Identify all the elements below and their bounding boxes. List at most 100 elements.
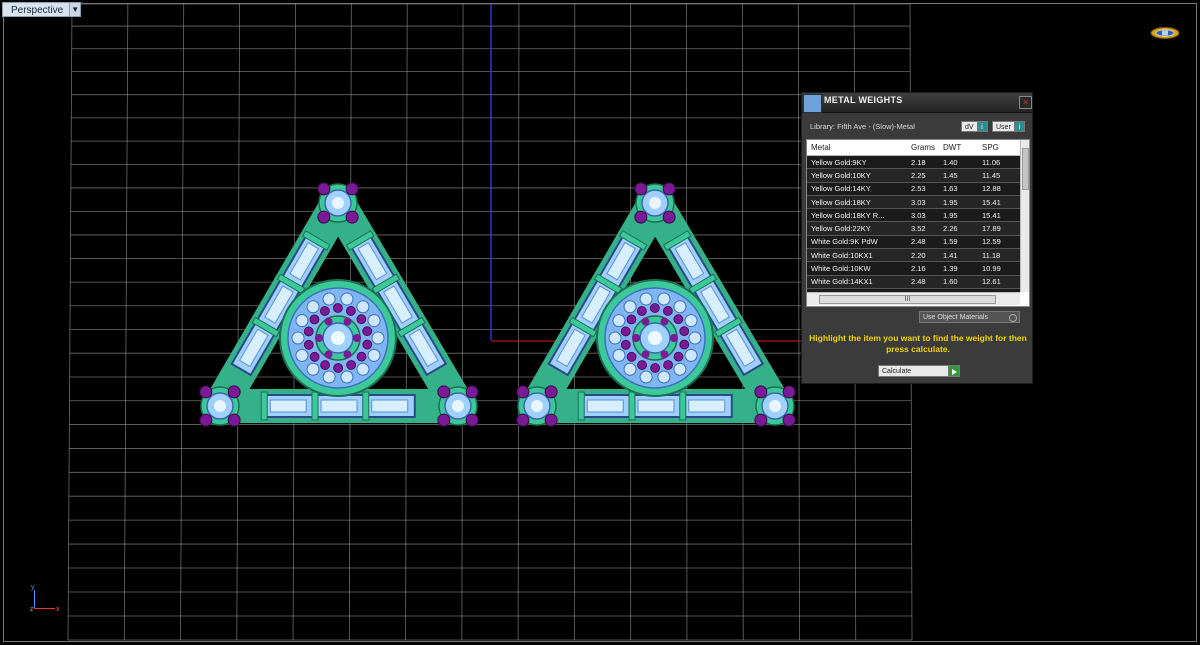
- table-row[interactable]: White Gold:14KX1 2.48 1.60 12.61: [807, 275, 1020, 289]
- cell-metal[interactable]: Yellow Gold:9KY: [807, 155, 907, 170]
- cell-grams[interactable]: 2.25: [907, 168, 939, 183]
- table-row[interactable]: White Gold:10KX1 2.20 1.41 11.18: [807, 248, 1020, 263]
- cell-spg[interactable]: 10.99: [978, 261, 1020, 276]
- cell-grams[interactable]: 3.52: [907, 221, 939, 236]
- viewport-label[interactable]: Perspective ▼: [2, 2, 82, 17]
- cell-spg[interactable]: 12.88: [978, 182, 1020, 196]
- purple-bead: [346, 360, 357, 370]
- cell-metal[interactable]: White Gold:10KX1: [807, 248, 907, 263]
- user-select[interactable]: User i: [992, 121, 1025, 132]
- dv-select[interactable]: dV i: [961, 121, 988, 132]
- column-header-metal[interactable]: Metal: [807, 140, 907, 156]
- cell-dwt[interactable]: 2.26: [939, 221, 978, 236]
- purple-bead: [782, 385, 796, 399]
- pave-gem: [639, 370, 653, 384]
- dv-select-info-icon[interactable]: i: [977, 121, 988, 132]
- table-row[interactable]: White Gold:9K PdW 2.48 1.59 12.59: [807, 235, 1020, 250]
- cell-dwt[interactable]: 1.95: [939, 208, 978, 223]
- pave-gem: [356, 300, 370, 314]
- user-select-value[interactable]: User: [992, 121, 1015, 132]
- cell-metal[interactable]: Yellow Gold:18KY: [807, 195, 907, 210]
- cell-dwt[interactable]: 1.45: [939, 168, 978, 183]
- cell-metal[interactable]: Yellow Gold:10KY: [807, 168, 907, 183]
- app-logo-icon: [803, 94, 822, 113]
- cell-spg[interactable]: 11.06: [978, 155, 1020, 170]
- pave-gem: [356, 362, 370, 376]
- purple-bead: [333, 363, 344, 373]
- grid-line: [67, 3, 73, 641]
- cell-dwt[interactable]: 1.39: [939, 261, 978, 276]
- purple-bead: [353, 334, 361, 342]
- table-horizontal-scrollbar[interactable]: III: [807, 292, 1020, 305]
- cell-grams[interactable]: 2.20: [907, 248, 939, 263]
- calculate-select[interactable]: Calculate: [878, 365, 949, 377]
- cell-grams[interactable]: 2.48: [907, 275, 939, 289]
- metal-weights-panel[interactable]: METAL WEIGHTS × Library: Fifth Ave - (Sl…: [801, 92, 1033, 384]
- calculate-go-icon[interactable]: [949, 365, 960, 377]
- cell-spg[interactable]: 12.59: [978, 235, 1020, 250]
- column-header-spg[interactable]: SPG: [978, 140, 1020, 156]
- cell-dwt[interactable]: 1.60: [939, 275, 978, 289]
- dv-select-value[interactable]: dV: [961, 121, 978, 132]
- axis-x-label: x: [56, 606, 60, 613]
- purple-bead: [636, 306, 647, 316]
- cell-metal[interactable]: White Gold:14KX1: [807, 275, 907, 289]
- calculate-control[interactable]: Calculate: [878, 365, 960, 377]
- table-row[interactable]: Yellow Gold:9KY 2.18 1.40 11.06: [807, 155, 1020, 170]
- viewport-label-text[interactable]: Perspective: [2, 2, 70, 17]
- horizontal-scroll-thumb[interactable]: III: [819, 295, 996, 304]
- table-row[interactable]: Yellow Gold:18KY R... 3.03 1.95 15.41: [807, 208, 1020, 223]
- table-row[interactable]: Yellow Gold:18KY 3.03 1.95 15.41: [807, 195, 1020, 210]
- cell-metal[interactable]: Yellow Gold:14KY: [807, 182, 907, 196]
- metal-table[interactable]: Metal Grams DWT SPG Yellow Gold:9KY 2.18 1…: [807, 140, 1020, 303]
- panel-titlebar[interactable]: METAL WEIGHTS ×: [802, 93, 1032, 113]
- cell-metal[interactable]: White Gold:10KW: [807, 261, 907, 276]
- cell-grams[interactable]: 3.03: [907, 195, 939, 210]
- table-row[interactable]: Yellow Gold:22KY 3.52 2.26 17.89: [807, 221, 1020, 236]
- purple-bead: [670, 334, 678, 342]
- cell-grams[interactable]: 2.18: [907, 155, 939, 170]
- cell-grams[interactable]: 3.03: [907, 208, 939, 223]
- cell-spg[interactable]: 12.61: [978, 275, 1020, 289]
- cell-grams[interactable]: 2.48: [907, 235, 939, 250]
- cell-dwt[interactable]: 1.63: [939, 182, 978, 196]
- column-header-dwt[interactable]: DWT: [939, 140, 978, 156]
- pave-gem: [673, 300, 687, 314]
- table-row[interactable]: White Gold:10KW 2.16 1.39 10.99: [807, 261, 1020, 276]
- settings-circle-icon[interactable]: [1009, 314, 1017, 322]
- user-select-info-icon[interactable]: i: [1014, 121, 1025, 132]
- cell-spg[interactable]: 15.41: [978, 208, 1020, 223]
- table-vertical-scrollbar[interactable]: [1020, 140, 1029, 292]
- column-header-grams[interactable]: Grams: [907, 140, 939, 156]
- cell-spg[interactable]: 11.18: [978, 248, 1020, 263]
- pave-gem: [291, 331, 305, 345]
- cell-dwt[interactable]: 1.41: [939, 248, 978, 263]
- pave-gem: [684, 314, 698, 328]
- table-row[interactable]: Yellow Gold:14KY 2.53 1.63 12.88: [807, 182, 1020, 196]
- purple-bead: [345, 210, 359, 224]
- vertical-scroll-thumb[interactable]: [1022, 148, 1029, 190]
- purple-bead: [754, 413, 768, 427]
- purple-bead: [544, 413, 558, 427]
- cell-spg[interactable]: 11.45: [978, 168, 1020, 183]
- cell-metal[interactable]: White Gold:9K PdW: [807, 235, 907, 250]
- close-icon[interactable]: ×: [1019, 96, 1032, 109]
- cell-dwt[interactable]: 1.40: [939, 155, 978, 170]
- navigation-gumball-icon[interactable]: [1150, 26, 1180, 40]
- cell-spg[interactable]: 15.41: [978, 195, 1020, 210]
- pave-gem: [340, 370, 354, 384]
- cell-metal[interactable]: Yellow Gold:22KY: [807, 221, 907, 236]
- cell-dwt[interactable]: 1.59: [939, 235, 978, 250]
- viewport-menu-arrow-icon[interactable]: ▼: [69, 2, 82, 17]
- perspective-viewport[interactable]: Perspective ▼ y z x METAL WEIGHTS × Libr…: [0, 0, 1200, 645]
- table-row[interactable]: Yellow Gold:10KY 2.25 1.45 11.45: [807, 168, 1020, 183]
- metal-table-container[interactable]: Metal Grams DWT SPG Yellow Gold:9KY 2.18 1…: [806, 139, 1030, 307]
- cell-grams[interactable]: 2.16: [907, 261, 939, 276]
- cell-grams[interactable]: 2.53: [907, 182, 939, 196]
- cell-metal[interactable]: Yellow Gold:18KY R...: [807, 208, 907, 223]
- use-object-materials-select[interactable]: Use Object Materials: [919, 311, 1020, 323]
- cell-spg[interactable]: 17.89: [978, 221, 1020, 236]
- library-label: Library: Fifth Ave - (Slow)-Metal: [810, 122, 915, 131]
- cell-dwt[interactable]: 1.95: [939, 195, 978, 210]
- use-object-materials-label[interactable]: Use Object Materials: [923, 314, 988, 321]
